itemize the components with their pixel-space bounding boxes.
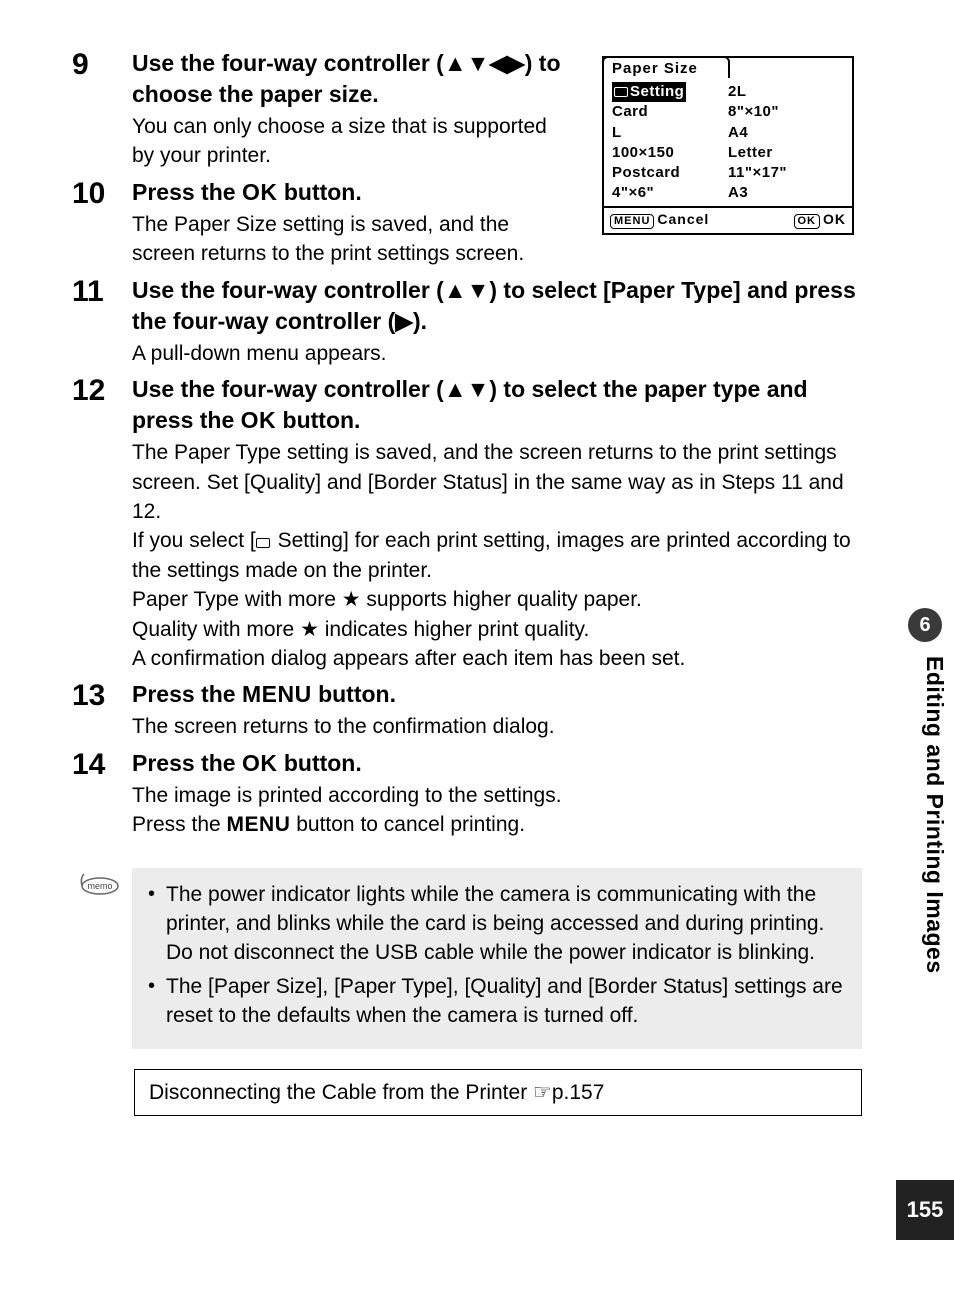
star-icon: ★ <box>300 618 319 641</box>
step-number: 13 <box>72 679 132 741</box>
step-number: 11 <box>72 275 132 368</box>
step-title: Use the four-way controller (▲▼◀▶) to ch… <box>132 48 572 110</box>
step-title: Press the OK button. <box>132 748 862 779</box>
arrow-icons: ▲▼ <box>444 376 490 402</box>
memo-item: The [Paper Size], [Paper Type], [Quality… <box>146 972 848 1031</box>
arrow-icons: ▲▼ <box>444 277 490 303</box>
reference-text: Disconnecting the Cable from the Printer… <box>149 1081 604 1104</box>
arrow-icon: ▶ <box>395 308 413 334</box>
step-12: 12 Use the four-way controller (▲▼) to s… <box>72 374 862 673</box>
printer-icon <box>256 538 270 548</box>
step-10: 10 Press the OK button. The Paper Size s… <box>72 177 862 269</box>
step-title: Press the OK button. <box>132 177 572 208</box>
chapter-number-badge: 6 <box>908 608 942 642</box>
step-desc: You can only choose a size that is suppo… <box>132 112 572 171</box>
step-9: 9 Use the four-way controller (▲▼◀▶) to … <box>72 48 862 171</box>
chapter-title: Editing and Printing Images <box>921 656 948 974</box>
step-13: 13 Press the MENU button. The screen ret… <box>72 679 862 741</box>
svg-text:memo: memo <box>87 881 112 891</box>
step-desc: The screen returns to the confirmation d… <box>132 712 862 741</box>
page-number: 155 <box>896 1180 954 1240</box>
step-title: Use the four-way controller (▲▼) to sele… <box>132 275 862 337</box>
memo-content: The power indicator lights while the cam… <box>132 868 862 1049</box>
side-tab: 6 Editing and Printing Images 155 <box>896 0 954 1314</box>
memo-item: The power indicator lights while the cam… <box>146 880 848 968</box>
step-11: 11 Use the four-way controller (▲▼) to s… <box>72 275 862 368</box>
step-14: 14 Press the OK button. The image is pri… <box>72 748 862 840</box>
step-title: Use the four-way controller (▲▼) to sele… <box>132 374 862 436</box>
step-desc: The Paper Size setting is saved, and the… <box>132 210 572 269</box>
step-number: 10 <box>72 177 132 269</box>
manual-page: Paper Size Setting Card L 100×150 Postca… <box>0 0 954 1314</box>
step-desc: The Paper Type setting is saved, and the… <box>132 438 862 673</box>
step-number: 12 <box>72 374 132 673</box>
memo-icon: memo <box>78 868 132 1049</box>
step-desc: A pull-down menu appears. <box>132 339 862 368</box>
arrow-icons: ▲▼◀▶ <box>444 50 525 76</box>
reference-link-box: Disconnecting the Cable from the Printer… <box>134 1069 862 1116</box>
page-content: 9 Use the four-way controller (▲▼◀▶) to … <box>72 48 862 1116</box>
star-icon: ★ <box>342 588 361 611</box>
step-number: 9 <box>72 48 132 171</box>
step-title: Press the MENU button. <box>132 679 862 710</box>
memo-block: memo The power indicator lights while th… <box>78 868 862 1049</box>
step-desc: The image is printed according to the se… <box>132 781 862 840</box>
step-number: 14 <box>72 748 132 840</box>
